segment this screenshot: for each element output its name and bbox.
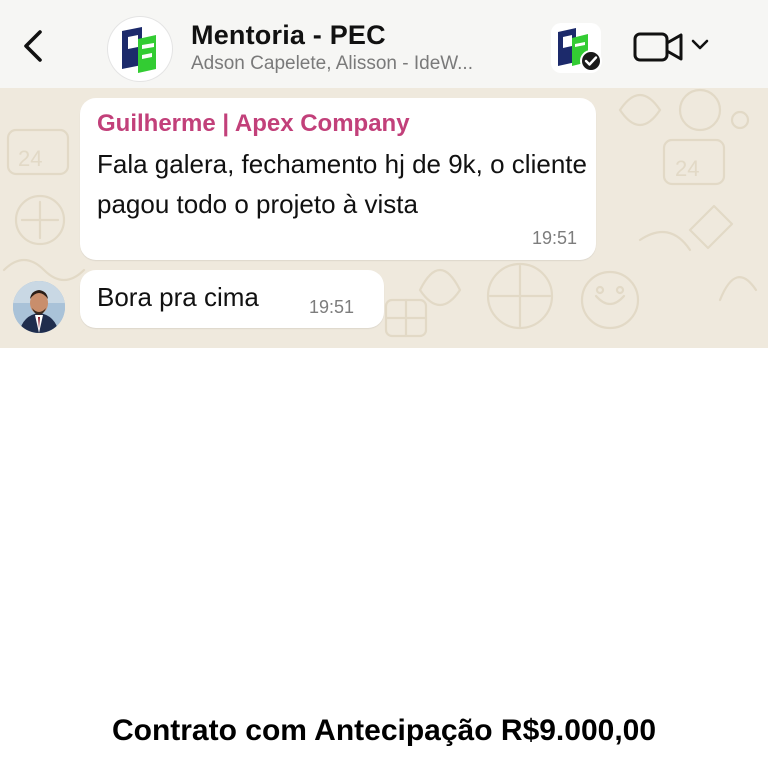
user-avatar[interactable] bbox=[13, 281, 65, 333]
chat-title: Mentoria - PEC bbox=[191, 20, 386, 50]
svg-text:24: 24 bbox=[675, 156, 699, 181]
verified-check-icon bbox=[580, 50, 602, 72]
community-icon[interactable] bbox=[550, 22, 602, 74]
group-avatar-logo bbox=[122, 27, 156, 73]
community-logo bbox=[551, 23, 602, 73]
message-time: 19:51 bbox=[531, 228, 577, 248]
message-text: Fala galera, fechamento hj de 9k, o clie… bbox=[97, 149, 587, 219]
message-time: 19:51 bbox=[309, 297, 355, 317]
chevron-down-icon[interactable] bbox=[690, 38, 710, 52]
video-call-icon[interactable] bbox=[632, 30, 684, 64]
message-bubble[interactable]: Bora pra cima 19:51 bbox=[80, 270, 384, 328]
chat-members-subtitle[interactable]: Adson Capelete, Alisson - IdeW... bbox=[191, 53, 531, 75]
message-bubble[interactable]: Guilherme | Apex Company Fala galera, fe… bbox=[80, 98, 596, 260]
user-avatar-photo bbox=[13, 281, 65, 333]
image-caption: Contrato com Antecipação R$9.000,00 bbox=[111, 714, 657, 747]
message-text: Bora pra cima bbox=[97, 282, 259, 312]
chat-screenshot: 24 24 Mentoria - PEC Adson Capelete, Ali… bbox=[0, 0, 768, 348]
svg-text:24: 24 bbox=[18, 146, 42, 171]
back-icon[interactable] bbox=[18, 28, 50, 64]
sender-name[interactable]: Guilherme | Apex Company bbox=[97, 110, 410, 138]
chat-header: Mentoria - PEC Adson Capelete, Alisson -… bbox=[0, 0, 768, 88]
group-avatar[interactable] bbox=[108, 17, 172, 81]
